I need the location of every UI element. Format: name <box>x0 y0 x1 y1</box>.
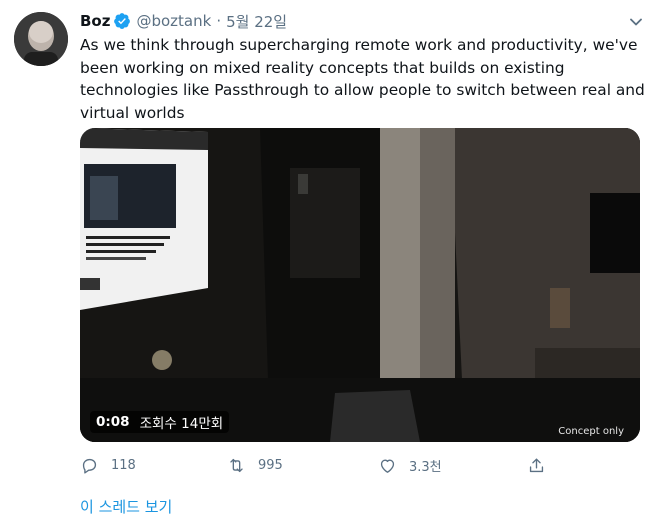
share-icon <box>529 458 544 473</box>
like-count: 3.3천 <box>409 460 442 475</box>
video-views: 조회수 14만회 <box>139 416 224 432</box>
retweet-icon <box>230 458 243 473</box>
reply-count: 118 <box>111 458 136 473</box>
tweet-header: Boz @boztank · 5월 22일 <box>80 10 618 32</box>
separator-dot: · <box>216 12 222 30</box>
like-button[interactable]: 3.3천 <box>378 456 442 475</box>
avatar[interactable] <box>14 12 68 66</box>
reply-icon <box>82 458 97 474</box>
video-player[interactable]: 0:08 조회수 14만회 Concept only <box>80 128 640 442</box>
video-frame <box>80 128 640 442</box>
avatar-image <box>14 12 68 66</box>
reply-button[interactable]: 118 <box>80 456 136 475</box>
tweet-date[interactable]: 5월 22일 <box>226 11 287 32</box>
user-handle[interactable]: @boztank <box>136 12 211 30</box>
retweet-button[interactable]: 995 <box>227 456 283 475</box>
tweet-text: As we think through supercharging remote… <box>80 36 645 122</box>
display-name[interactable]: Boz <box>80 12 110 30</box>
show-thread-link[interactable]: 이 스레드 보기 <box>80 496 172 517</box>
video-overlay-label: Concept only <box>558 426 624 437</box>
heart-icon <box>380 459 395 473</box>
video-time: 0:08 <box>96 414 130 430</box>
verified-badge-icon <box>113 12 131 30</box>
share-button[interactable] <box>527 456 558 475</box>
video-timestamp-badge: 0:08 조회수 14만회 <box>90 411 230 433</box>
chevron-down-icon[interactable] <box>628 14 644 30</box>
tweet-actions: 118 995 3.3천 <box>80 456 580 476</box>
retweet-count: 995 <box>258 458 283 473</box>
